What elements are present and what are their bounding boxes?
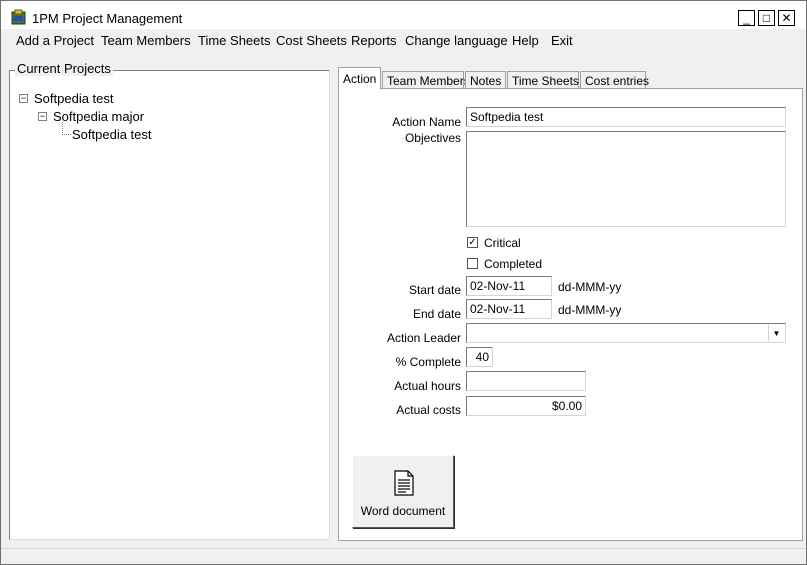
percent-complete-input[interactable]: 40 [466, 347, 493, 367]
menu-change-language[interactable]: Change language [405, 33, 508, 48]
objectives-label: Objectives [404, 131, 461, 145]
main-window: 1PM Project Management _ □ ✕ Add a Proje… [0, 0, 807, 565]
actual-hours-input[interactable] [466, 371, 586, 391]
actual-costs-label: Actual costs [396, 403, 461, 417]
tab-cost-entries[interactable]: Cost entries [580, 71, 649, 89]
action-leader-select[interactable]: ▼ [466, 323, 786, 343]
tab-action[interactable]: Action [338, 67, 381, 90]
menu-reports[interactable]: Reports [351, 33, 397, 48]
check-icon: ✓ [468, 237, 477, 248]
current-projects-group: − Softpedia test − Softpedia major Softp… [9, 61, 330, 540]
start-date-format-hint: dd-MMM-yy [558, 280, 622, 294]
word-document-label: Word document [360, 504, 446, 518]
menu-help[interactable]: Help [512, 33, 539, 48]
tab-team-members[interactable]: Team Members [382, 71, 470, 89]
tree-node-action[interactable]: Softpedia test [72, 127, 152, 142]
tree-connector [62, 134, 71, 135]
minimize-icon: _ [743, 11, 750, 25]
start-date-label: Start date [408, 283, 461, 297]
start-date-input[interactable]: 02-Nov-11 [466, 276, 552, 296]
percent-complete-label: % Complete [395, 355, 461, 369]
close-button[interactable]: ✕ [778, 10, 795, 26]
critical-checkbox[interactable]: ✓ [467, 237, 478, 248]
status-bar [1, 548, 806, 564]
completed-label: Completed [484, 257, 543, 271]
menu-time-sheets[interactable]: Time Sheets [198, 33, 271, 48]
menu-bar: Add a Project Team Members Time Sheets C… [1, 30, 806, 52]
document-icon [394, 470, 414, 496]
word-document-button[interactable]: Word document [352, 455, 454, 528]
action-name-label: Action Name [392, 115, 461, 129]
action-leader-label: Action Leader [386, 331, 461, 345]
menu-cost-sheets[interactable]: Cost Sheets [276, 33, 347, 48]
critical-label: Critical [484, 236, 521, 250]
chevron-down-icon[interactable]: ▼ [768, 325, 784, 341]
maximize-icon: □ [762, 11, 771, 25]
objectives-textarea[interactable] [466, 131, 786, 227]
window-title: 1PM Project Management [32, 11, 183, 26]
minimize-button[interactable]: _ [738, 10, 755, 26]
app-icon [11, 9, 26, 25]
project-tree[interactable]: − Softpedia test − Softpedia major Softp… [9, 70, 330, 540]
completed-checkbox[interactable] [467, 258, 478, 269]
menu-exit[interactable]: Exit [551, 33, 573, 48]
menu-team-members[interactable]: Team Members [101, 33, 191, 48]
tab-notes[interactable]: Notes [465, 71, 506, 89]
actual-costs-input[interactable]: $0.00 [466, 396, 586, 416]
current-projects-label: Current Projects [15, 61, 113, 76]
maximize-button[interactable]: □ [758, 10, 775, 26]
end-date-format-hint: dd-MMM-yy [558, 303, 622, 317]
minus-box-icon[interactable]: − [19, 94, 28, 103]
action-name-input[interactable]: Softpedia test [466, 107, 786, 127]
actual-hours-label: Actual hours [394, 379, 461, 393]
tree-node-subproject[interactable]: Softpedia major [53, 109, 144, 124]
title-bar: 1PM Project Management _ □ ✕ [1, 1, 806, 29]
tab-time-sheets[interactable]: Time Sheets [507, 71, 579, 89]
end-date-input[interactable]: 02-Nov-11 [466, 299, 552, 319]
minus-box-icon[interactable]: − [38, 112, 47, 121]
menu-add-project[interactable]: Add a Project [16, 33, 94, 48]
close-icon: ✕ [781, 11, 792, 25]
tree-node-project[interactable]: Softpedia test [34, 91, 114, 106]
end-date-label: End date [412, 307, 461, 321]
